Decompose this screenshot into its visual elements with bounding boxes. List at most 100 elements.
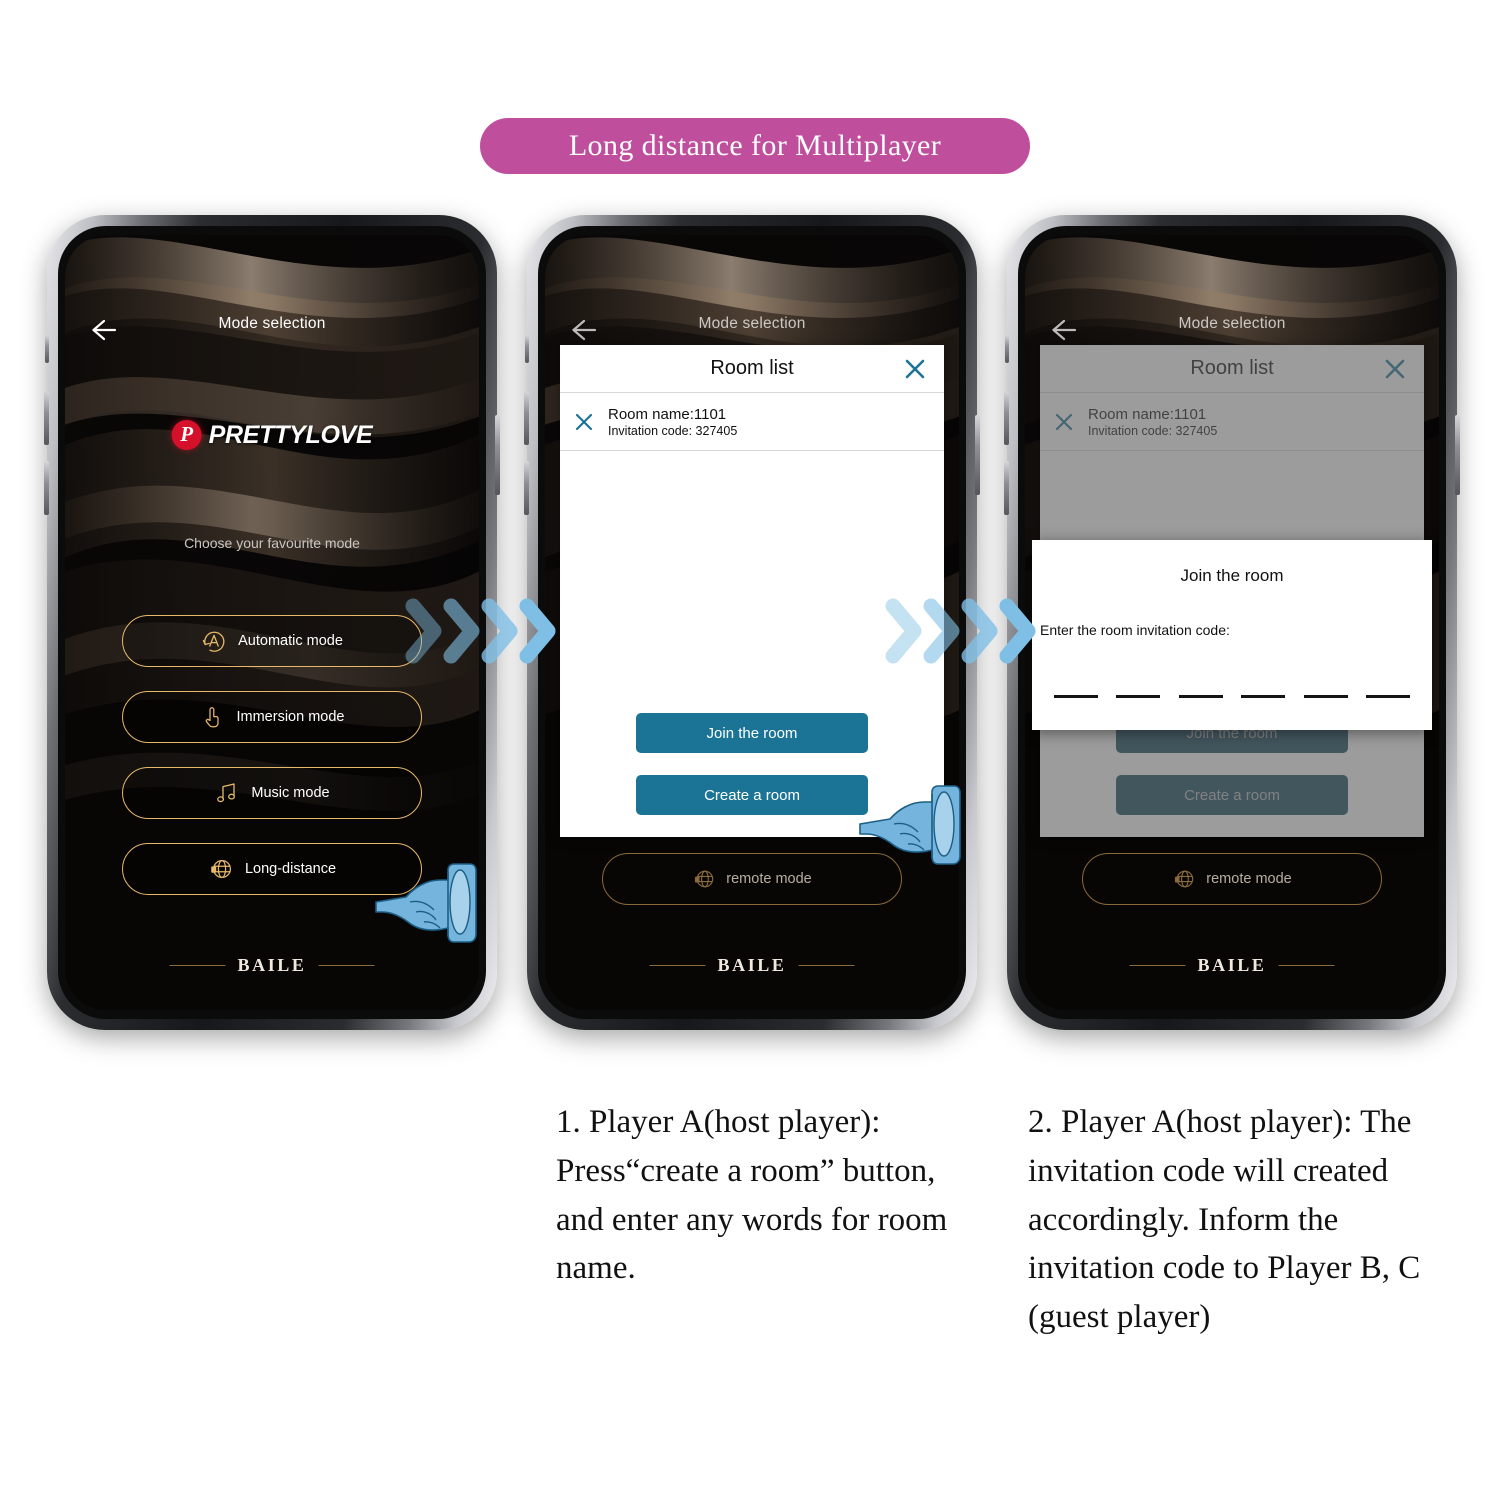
step-caption-2: 2. Player A(host player): The invitation… [1028,1104,1421,1336]
mode-label: Long-distance [244,861,337,877]
phone-bezel: Mode selection remote mode BAILE Room li… [1018,226,1446,1019]
chevron-right-icon [922,596,964,666]
delete-room-icon[interactable] [1054,412,1074,432]
phone-volume-up-button [44,391,49,445]
room-item-text: Room name:1101 Invitation code: 327405 [608,406,737,438]
footer-rule-right [798,964,855,967]
room-item-text: Room name:1101 Invitation code: 327405 [1088,406,1217,438]
page-title: Mode selection [1178,315,1286,332]
footer-brand-name: BAILE [1197,955,1267,975]
delete-room-icon[interactable] [574,412,594,432]
app-header: Mode selection [545,315,959,349]
brand-logo: P PRETTYLOVE [171,420,373,450]
chevron-right-icon [518,596,560,666]
chevron-right-icon [442,596,484,666]
app-header: Mode selection [65,315,479,349]
flow-arrow-group-1 [404,596,556,666]
page-title: Mode selection [698,315,806,332]
remote-mode-button[interactable]: remote mode [602,853,902,905]
pointing-hand-cursor-1 [374,862,490,946]
room-list-item[interactable]: Room name:1101 Invitation code: 327405 [560,393,944,451]
footer-rule-right [1278,964,1335,967]
app-header: Mode selection [1025,315,1439,349]
code-slot[interactable] [1241,695,1286,698]
code-slot[interactable] [1178,695,1223,698]
close-icon[interactable] [904,358,926,380]
mode-button-immersion[interactable]: Immersion mode [122,691,422,743]
phone-mute-switch [1005,335,1009,363]
create-a-room-button[interactable]: Create a room [636,775,868,815]
remote-mode-label: remote mode [1206,871,1292,887]
phone-volume-down-button [1004,461,1009,515]
code-slot[interactable] [1303,695,1348,698]
code-slot[interactable] [1116,695,1161,698]
phone-screen-3: Mode selection remote mode BAILE Room li… [1025,235,1439,1010]
globe-icon [208,856,234,882]
phone-volume-down-button [524,461,529,515]
phone-volume-down-button [44,461,49,515]
code-slot[interactable] [1365,695,1410,698]
code-slot[interactable] [1054,695,1098,698]
mode-label: Automatic mode [238,633,343,649]
footer-brand: BAILE [169,955,375,976]
music-note-icon [214,780,240,806]
mode-label: Immersion mode [236,709,345,725]
phone-power-button [1455,415,1460,495]
dialog-title: Room list [710,357,794,379]
join-room-modal: Join the room Enter the room invitation … [1032,540,1432,730]
phone-mute-switch [45,335,49,363]
globe-icon [692,867,716,891]
phone-power-button [495,415,500,495]
phone-volume-up-button [524,391,529,445]
phone-power-button [975,415,980,495]
mode-button-list: Automatic mode Immersion mode Music mode [122,615,422,895]
dialog-header: Room list [1040,345,1424,393]
phone-volume-up-button [1004,391,1009,445]
chevron-right-icon [998,596,1040,666]
invitation-code-prompt: Enter the room invitation code: [1040,622,1230,638]
brand-word-1: PRETTY [208,420,306,449]
mode-button-automatic[interactable]: Automatic mode [122,615,422,667]
step-caption-1: 1. Player A(host player): Press“create a… [556,1104,948,1287]
chevron-right-icon [960,596,1002,666]
footer-rule-left [649,964,706,967]
join-the-room-button[interactable]: Join the room [636,713,868,753]
close-icon[interactable] [1384,358,1406,380]
room-list-dialog: Room list Room name:1101 Invitation code… [560,345,944,837]
create-a-room-button[interactable]: Create a room [1116,775,1348,815]
room-name-label: Room name:1101 [608,405,727,423]
chevron-right-icon [884,596,926,666]
footer-rule-left [1129,964,1186,967]
footer-brand: BAILE [649,955,855,976]
dialog-header: Room list [560,345,944,393]
footer-rule-left [169,964,226,967]
remote-mode-label: remote mode [726,871,812,887]
brand-word-2: LOVE [305,420,373,449]
join-room-title: Join the room [1180,566,1284,585]
footer-brand-name: BAILE [237,955,307,975]
mode-label: Music mode [251,785,330,801]
room-name-label: Room name:1101 [1088,405,1207,423]
mode-button-music[interactable]: Music mode [122,767,422,819]
flow-arrow-group-2 [884,596,1036,666]
automatic-mode-icon [201,628,227,654]
infographic-page: Long distance for Multiplayer Mode selec… [0,0,1500,1500]
remote-mode-button[interactable]: remote mode [1082,853,1382,905]
phone-mockup-3: Mode selection remote mode BAILE Room li… [1004,215,1460,1030]
globe-icon [1172,867,1196,891]
choose-mode-label: Choose your favourite mode [184,535,360,551]
invitation-code-input[interactable] [1054,695,1410,698]
footer-brand: BAILE [1129,955,1335,976]
page-title-banner: Long distance for Multiplayer [480,118,1030,174]
brand-wordmark: PRETTYLOVE [209,421,373,450]
hand-touch-icon [200,704,226,730]
invitation-code-label: Invitation code: 327405 [608,423,738,438]
footer-brand-name: BAILE [717,955,787,975]
invitation-code-label: Invitation code: 327405 [1088,423,1218,438]
pretty-love-badge-icon: P [171,420,202,450]
room-list-item[interactable]: Room name:1101 Invitation code: 327405 [1040,393,1424,451]
page-title: Long distance for Multiplayer [568,129,942,162]
dialog-title: Room list [1190,357,1274,379]
pointing-hand-cursor-2 [858,784,974,868]
footer-rule-right [318,964,375,967]
